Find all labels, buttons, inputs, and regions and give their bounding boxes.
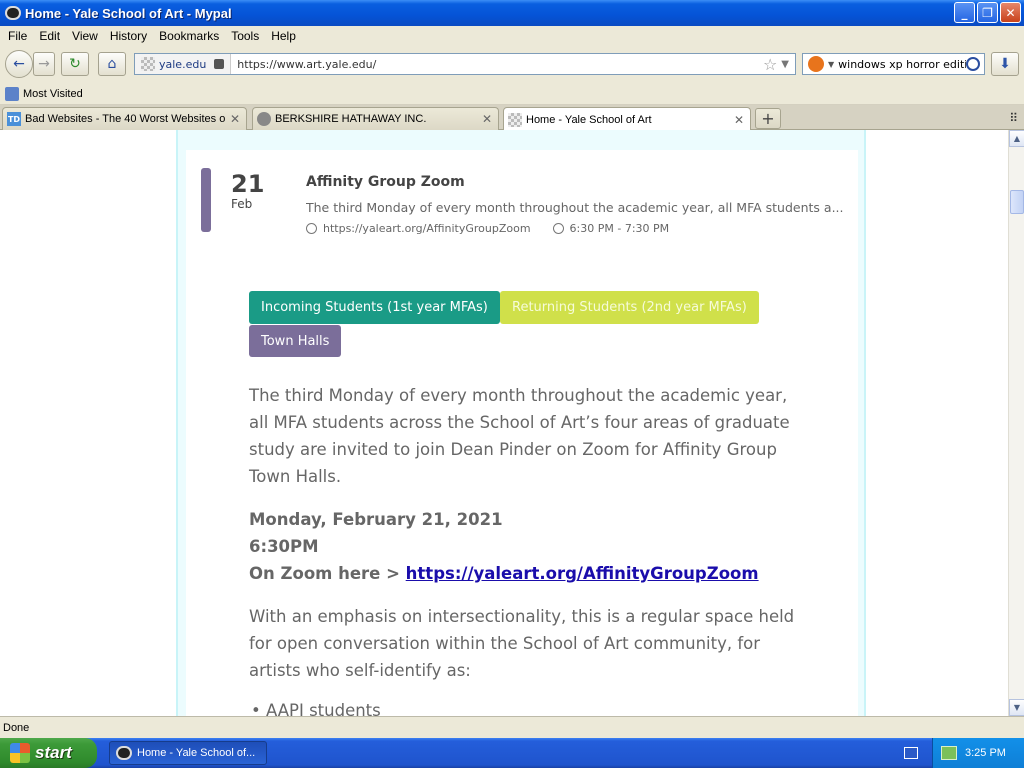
scroll-up-icon[interactable]: ▲ bbox=[1009, 130, 1024, 147]
url-input[interactable]: https://www.art.yale.edu/ bbox=[231, 58, 763, 71]
tag-returning-students[interactable]: Returning Students (2nd year MFAs) bbox=[500, 291, 759, 324]
lock-icon bbox=[214, 59, 225, 69]
menu-bar: File Edit View History Bookmarks Tools H… bbox=[0, 26, 1024, 46]
taskbar: start Home - Yale School of... 3:25 PM bbox=[0, 738, 1024, 768]
tag-town-halls[interactable]: Town Halls bbox=[249, 325, 342, 357]
forward-arrow-icon: → bbox=[38, 56, 50, 72]
mypal-app-icon[interactable] bbox=[5, 6, 21, 20]
event-time-line: 6:30PM bbox=[249, 537, 319, 556]
menu-view[interactable]: View bbox=[66, 29, 104, 43]
zoom-line: On Zoom here > https://yaleart.org/Affin… bbox=[249, 560, 759, 587]
reload-icon: ↻ bbox=[69, 56, 81, 72]
back-button[interactable]: ← bbox=[5, 50, 33, 78]
tab-list-icon[interactable]: ⠿ bbox=[1009, 111, 1018, 125]
downloads-button[interactable]: ⬇ bbox=[991, 52, 1019, 76]
list-item: • AAPI students bbox=[251, 701, 381, 716]
tab-label: Home - Yale School of Art bbox=[526, 113, 652, 126]
start-label: start bbox=[35, 743, 72, 762]
windows-logo-icon bbox=[10, 743, 30, 763]
window-titlebar: Home - Yale School of Art - Mypal _ ❐ ✕ bbox=[0, 0, 1024, 26]
tab-close-icon[interactable]: ✕ bbox=[482, 112, 492, 126]
forward-button[interactable]: → bbox=[33, 52, 55, 76]
tab-bad-websites[interactable]: TD Bad Websites - The 40 Worst Websites … bbox=[2, 107, 247, 130]
reload-button[interactable]: ↻ bbox=[61, 52, 89, 76]
event-date-line: Monday, February 21, 2021 bbox=[249, 510, 503, 529]
vertical-scrollbar[interactable]: ▲ ▼ bbox=[1008, 130, 1024, 716]
tab-close-icon[interactable]: ✕ bbox=[230, 112, 240, 126]
page-viewport[interactable]: 21 Feb Affinity Group Zoom The third Mon… bbox=[0, 130, 1008, 716]
most-visited-icon bbox=[5, 87, 19, 101]
tag-incoming-students[interactable]: Incoming Students (1st year MFAs) bbox=[249, 291, 500, 324]
globe-icon bbox=[306, 223, 317, 234]
event-month: Feb bbox=[231, 197, 253, 211]
keyboard-icon[interactable] bbox=[904, 747, 918, 759]
new-tab-button[interactable]: + bbox=[755, 108, 781, 129]
bookmark-most-visited[interactable]: Most Visited bbox=[23, 88, 83, 100]
system-tray: 3:25 PM bbox=[932, 738, 1024, 768]
globe-favicon-icon bbox=[257, 112, 271, 126]
url-bar[interactable]: yale.edu https://www.art.yale.edu/ ☆ ▼ bbox=[134, 53, 796, 75]
status-text: Done bbox=[3, 721, 30, 734]
menu-history[interactable]: History bbox=[104, 29, 153, 43]
search-input[interactable]: windows xp horror edition bbox=[838, 58, 966, 71]
menu-help[interactable]: Help bbox=[265, 29, 302, 43]
taskbar-item-label: Home - Yale School of... bbox=[137, 747, 256, 759]
event-time: 6:30 PM - 7:30 PM bbox=[569, 222, 670, 235]
event-title[interactable]: Affinity Group Zoom bbox=[306, 174, 465, 190]
menu-file[interactable]: File bbox=[2, 29, 33, 43]
home-button[interactable]: ⌂ bbox=[98, 52, 126, 76]
site-identity-label: yale.edu bbox=[159, 57, 207, 71]
tab-berkshire-hathaway[interactable]: BERKSHIRE HATHAWAY INC. ✕ bbox=[252, 107, 499, 130]
tab-close-icon[interactable]: ✕ bbox=[734, 113, 744, 127]
event-accent-bar bbox=[201, 168, 211, 232]
search-bar[interactable]: ▼ windows xp horror edition bbox=[802, 53, 985, 75]
event-description: The third Monday of every month througho… bbox=[306, 200, 844, 215]
td-favicon-icon: TD bbox=[7, 112, 21, 126]
menu-bookmarks[interactable]: Bookmarks bbox=[153, 29, 225, 43]
menu-edit[interactable]: Edit bbox=[33, 29, 66, 43]
window-title: Home - Yale School of Art - Mypal bbox=[25, 5, 232, 21]
event-meta: https://yaleart.org/AffinityGroupZoom 6:… bbox=[306, 222, 669, 235]
yale-favicon-icon bbox=[508, 112, 522, 127]
search-engine-icon[interactable] bbox=[808, 56, 824, 72]
minimize-button[interactable]: _ bbox=[954, 2, 975, 23]
scrollbar-thumb[interactable] bbox=[1010, 190, 1024, 214]
download-arrow-icon: ⬇ bbox=[999, 56, 1011, 72]
bookmark-star-icon[interactable]: ☆ bbox=[763, 55, 777, 74]
search-engine-dropdown-icon[interactable]: ▼ bbox=[828, 60, 834, 69]
site-identity-button[interactable]: yale.edu bbox=[135, 54, 232, 74]
taskbar-item-browser[interactable]: Home - Yale School of... bbox=[109, 741, 267, 765]
tab-yale-art[interactable]: Home - Yale School of Art ✕ bbox=[503, 107, 751, 131]
plus-icon: + bbox=[761, 109, 775, 128]
navigation-toolbar: ← → ↻ ⌂ yale.edu https://www.art.yale.ed… bbox=[0, 46, 1024, 84]
intro-paragraph: The third Monday of every month througho… bbox=[249, 386, 790, 486]
mypal-task-icon bbox=[116, 746, 132, 760]
zoom-link[interactable]: https://yaleart.org/AffinityGroupZoom bbox=[406, 564, 759, 583]
clock[interactable]: 3:25 PM bbox=[965, 747, 1006, 759]
tab-label: Bad Websites - The 40 Worst Websites o..… bbox=[25, 113, 226, 125]
bookmarks-toolbar: Most Visited bbox=[0, 84, 1024, 105]
event-day: 21 bbox=[231, 170, 265, 198]
clock-icon bbox=[552, 223, 564, 234]
url-dropdown-icon[interactable]: ▼ bbox=[781, 59, 789, 70]
status-bar: Done bbox=[0, 716, 1024, 738]
close-button[interactable]: ✕ bbox=[1000, 2, 1021, 23]
home-icon: ⌂ bbox=[107, 56, 117, 72]
start-button[interactable]: start bbox=[0, 738, 97, 768]
maximize-button[interactable]: ❐ bbox=[977, 2, 998, 23]
tab-label: BERKSHIRE HATHAWAY INC. bbox=[275, 113, 427, 125]
network-icon[interactable] bbox=[941, 746, 957, 760]
tab-bar: TD Bad Websites - The 40 Worst Websites … bbox=[0, 105, 1024, 131]
event-link[interactable]: https://yaleart.org/AffinityGroupZoom bbox=[323, 222, 531, 235]
zoom-prefix: On Zoom here > bbox=[249, 564, 406, 583]
intersectionality-paragraph: With an emphasis on intersectionality, t… bbox=[249, 607, 795, 680]
menu-tools[interactable]: Tools bbox=[225, 29, 265, 43]
search-icon[interactable] bbox=[966, 57, 980, 71]
site-favicon-icon bbox=[141, 57, 155, 71]
scroll-down-icon[interactable]: ▼ bbox=[1009, 699, 1024, 716]
back-arrow-icon: ← bbox=[13, 56, 25, 72]
